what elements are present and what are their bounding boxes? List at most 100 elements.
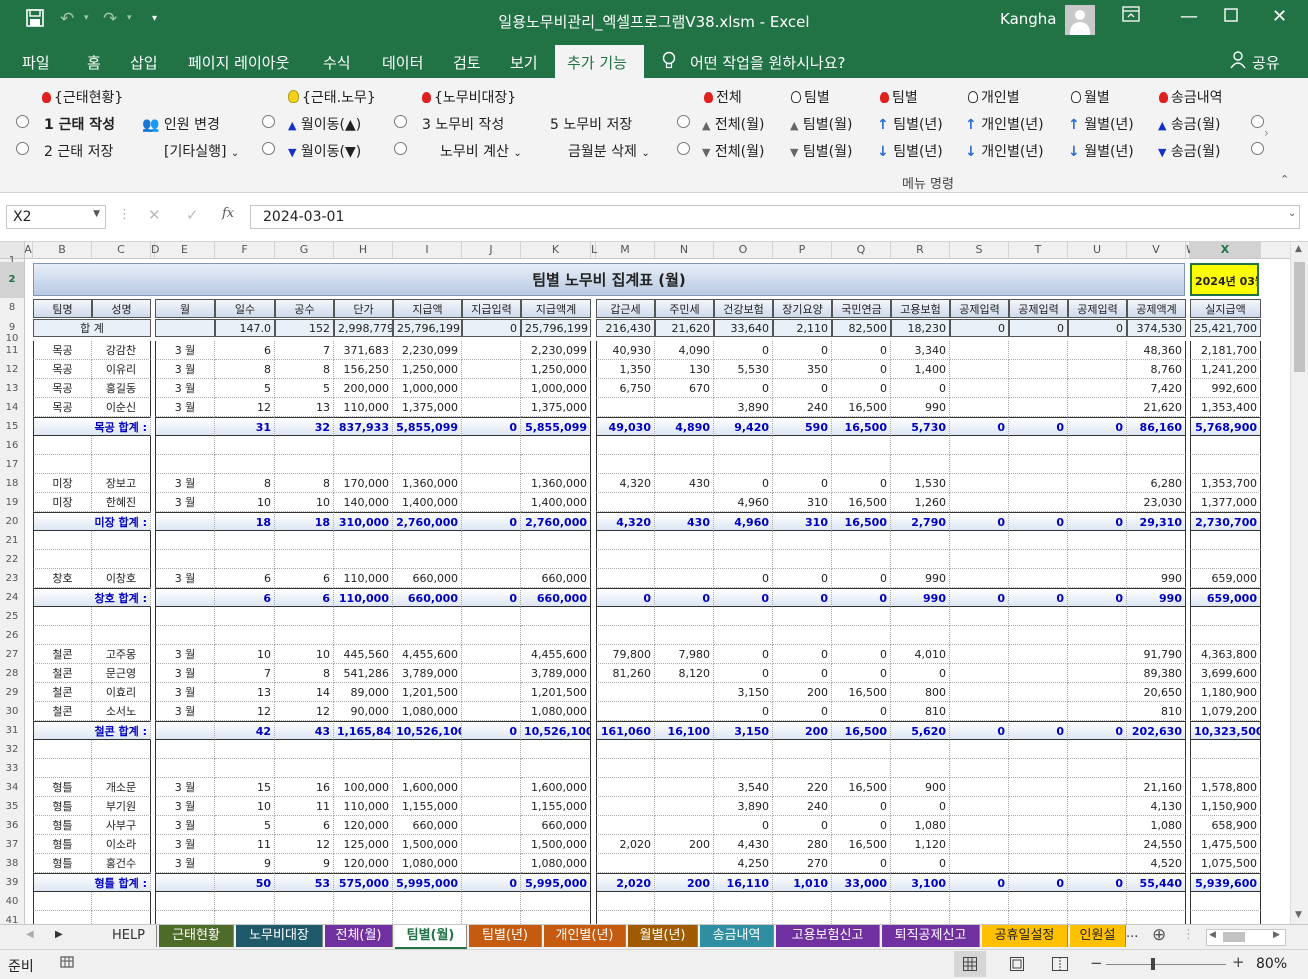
value-cell[interactable]: 1,578,800 <box>1190 778 1261 797</box>
team-cell[interactable]: 목공 <box>33 360 92 379</box>
name-cell[interactable]: 한혜진 <box>92 493 151 512</box>
subtotal-value[interactable]: 0 <box>1068 588 1127 607</box>
subtotal-value[interactable]: 660,000 <box>393 588 462 607</box>
value-cell[interactable] <box>462 664 521 683</box>
value-cell[interactable] <box>275 436 334 455</box>
subtotal-value[interactable]: 0 <box>1009 512 1068 531</box>
team-cell[interactable] <box>33 455 92 474</box>
column-header-o[interactable]: O <box>714 242 773 258</box>
value-cell[interactable]: 170,000 <box>334 474 393 493</box>
subtotal-value[interactable]: 590 <box>773 417 832 436</box>
row-header[interactable]: 12 <box>0 360 24 379</box>
name-cell[interactable] <box>92 455 151 474</box>
team-cell[interactable]: 창호 <box>33 569 92 588</box>
value-cell[interactable] <box>655 493 714 512</box>
value-cell[interactable]: 9 <box>215 854 275 873</box>
subtotal-value[interactable]: 0 <box>1009 721 1068 740</box>
name-cell[interactable]: 장보고 <box>92 474 151 493</box>
subtotal-value[interactable]: 0 <box>950 873 1009 892</box>
view-all-month-down[interactable]: ▼ 전체(월) <box>702 141 765 161</box>
subtotal-value[interactable]: 0 <box>950 417 1009 436</box>
column-title[interactable]: 성명 <box>92 299 151 318</box>
value-cell[interactable]: 5 <box>215 379 275 398</box>
value-cell[interactable]: 7,420 <box>1127 379 1186 398</box>
user-name[interactable]: Kangha <box>1000 10 1057 28</box>
scroll-right-icon[interactable]: ▶ <box>1273 930 1280 940</box>
team-cell[interactable]: 철콘 <box>33 702 92 721</box>
value-cell[interactable] <box>950 835 1009 854</box>
value-cell[interactable]: 1,360,000 <box>393 474 462 493</box>
value-cell[interactable]: 1,080,000 <box>521 702 591 721</box>
column-header-b[interactable]: B <box>33 242 92 258</box>
row-header[interactable]: 39 <box>0 873 24 892</box>
sheet-title[interactable]: 팀별 노무비 집계표 (월) <box>33 263 1185 296</box>
value-cell[interactable] <box>1068 854 1127 873</box>
value-cell[interactable]: 7 <box>275 341 334 360</box>
subtotal-label-cell[interactable]: 철콘 합계 : <box>33 721 151 740</box>
subtotal-value[interactable]: 1,165,846 <box>334 721 393 740</box>
value-cell[interactable]: 3,150 <box>714 683 773 702</box>
value-cell[interactable] <box>950 797 1009 816</box>
month-cell[interactable]: 3 월 <box>155 398 215 417</box>
name-cell[interactable]: 홍길동 <box>92 379 151 398</box>
subtotal-value[interactable]: 86,160 <box>1127 417 1186 436</box>
value-cell[interactable]: 4,455,600 <box>393 645 462 664</box>
subtotal-value[interactable]: 0 <box>1068 873 1127 892</box>
value-cell[interactable] <box>950 341 1009 360</box>
value-cell[interactable] <box>1190 740 1261 759</box>
value-cell[interactable]: 0 <box>832 360 891 379</box>
value-cell[interactable]: 9 <box>275 854 334 873</box>
row-header[interactable]: 38 <box>0 854 24 873</box>
scroll-thumb[interactable] <box>1294 262 1305 372</box>
value-cell[interactable]: 0 <box>714 341 773 360</box>
value-cell[interactable] <box>462 778 521 797</box>
value-cell[interactable] <box>891 892 950 911</box>
month-cell[interactable]: 3 월 <box>155 797 215 816</box>
value-cell[interactable]: 0 <box>832 474 891 493</box>
row-header[interactable]: 14 <box>0 398 24 417</box>
value-cell[interactable] <box>462 892 521 911</box>
subtotal-value[interactable]: 10,526,100 <box>521 721 591 740</box>
value-cell[interactable] <box>462 379 521 398</box>
value-cell[interactable] <box>1190 759 1261 778</box>
row-header[interactable]: 40 <box>0 892 24 911</box>
month-cell[interactable] <box>155 607 215 626</box>
h-scroll-thumb[interactable] <box>1223 932 1245 942</box>
row-header[interactable]: 8 <box>0 298 24 318</box>
value-cell[interactable]: 0 <box>773 702 832 721</box>
row-header[interactable]: 23 <box>0 569 24 588</box>
value-cell[interactable]: 79,800 <box>596 645 655 664</box>
value-cell[interactable] <box>393 911 462 924</box>
tell-me-search[interactable]: 어떤 작업을 원하시나요? <box>690 52 846 73</box>
month-cell[interactable] <box>155 436 215 455</box>
value-cell[interactable] <box>655 683 714 702</box>
team-cell[interactable]: 목공 <box>33 379 92 398</box>
value-cell[interactable] <box>596 854 655 873</box>
value-cell[interactable]: 1,155,000 <box>521 797 591 816</box>
column-title[interactable]: 팀명 <box>33 299 92 318</box>
value-cell[interactable] <box>215 455 275 474</box>
subtotal-value[interactable]: 0 <box>1009 873 1068 892</box>
value-cell[interactable]: 4,455,600 <box>521 645 591 664</box>
subtotal-value[interactable]: 4,960 <box>714 512 773 531</box>
value-cell[interactable]: 0 <box>773 645 832 664</box>
subtotal-value[interactable]: 5,620 <box>891 721 950 740</box>
row-header[interactable]: 30 <box>0 702 24 721</box>
value-cell[interactable] <box>596 797 655 816</box>
radio-option[interactable] <box>677 115 690 131</box>
value-cell[interactable]: 20,650 <box>1127 683 1186 702</box>
value-cell[interactable]: 8,760 <box>1127 360 1186 379</box>
tab-formulas[interactable]: 수식 <box>323 52 351 73</box>
grand-total-value[interactable]: 25,421,700 <box>1190 319 1261 337</box>
value-cell[interactable] <box>1127 626 1186 645</box>
team-cell[interactable]: 형틀 <box>33 797 92 816</box>
value-cell[interactable] <box>655 569 714 588</box>
value-cell[interactable]: 1,600,000 <box>393 778 462 797</box>
view-team-year-down[interactable]: ↓ 팀별(년) <box>877 141 943 161</box>
value-cell[interactable] <box>334 911 393 924</box>
value-cell[interactable]: 89,000 <box>334 683 393 702</box>
column-header-c[interactable]: C <box>92 242 151 258</box>
value-cell[interactable]: 11 <box>275 797 334 816</box>
value-cell[interactable]: 4,090 <box>655 341 714 360</box>
row-header[interactable]: 33 <box>0 759 24 778</box>
